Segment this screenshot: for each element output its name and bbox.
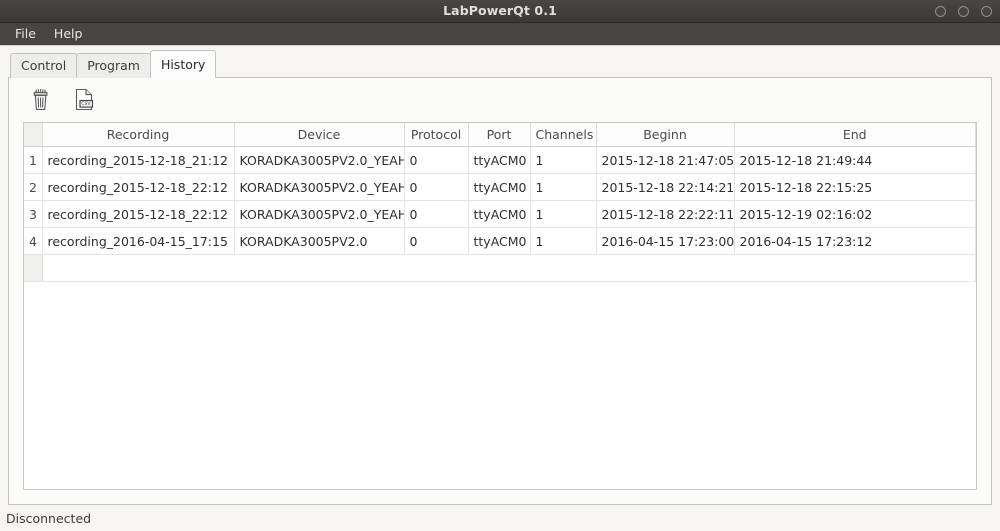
window-title: LabPowerQt 0.1 xyxy=(443,3,557,18)
table-row[interactable]: 4 recording_2016-04-15_17:15 KORADKA3005… xyxy=(24,227,976,255)
trash-icon xyxy=(30,88,52,112)
history-toolbar: CSV xyxy=(9,78,991,122)
cell-recording[interactable]: recording_2015-12-18_21:12 xyxy=(42,146,235,174)
table-corner-header[interactable] xyxy=(24,123,43,147)
delete-recording-button[interactable] xyxy=(25,84,57,116)
column-header-channels[interactable]: Channels xyxy=(530,123,597,147)
cell-device[interactable]: KORADKA3005PV2.0_YEAH xyxy=(234,173,405,201)
history-table: Recording Device Protocol Port Channels … xyxy=(24,123,976,282)
cell-port[interactable]: ttyACM0 xyxy=(468,200,531,228)
header-row: Recording Device Protocol Port Channels … xyxy=(24,123,976,147)
status-bar: Disconnected xyxy=(0,505,1000,531)
application-window: LabPowerQt 0.1 File Help Control Program… xyxy=(0,0,1000,531)
tab-history[interactable]: History xyxy=(149,50,217,78)
cell-protocol[interactable]: 0 xyxy=(404,227,469,255)
column-header-port[interactable]: Port xyxy=(468,123,531,147)
row-number[interactable]: 3 xyxy=(24,200,43,228)
cell-port[interactable]: ttyACM0 xyxy=(468,173,531,201)
tab-bar: Control Program History xyxy=(8,50,992,78)
table-blank-space xyxy=(42,254,976,282)
cell-end[interactable]: 2015-12-19 02:16:02 xyxy=(734,200,976,228)
column-header-beginn[interactable]: Beginn xyxy=(596,123,735,147)
close-button[interactable] xyxy=(981,5,992,17)
cell-channels[interactable]: 1 xyxy=(530,146,597,174)
row-number[interactable]: 4 xyxy=(24,227,43,255)
cell-protocol[interactable]: 0 xyxy=(404,173,469,201)
cell-port[interactable]: ttyACM0 xyxy=(468,227,531,255)
maximize-button[interactable] xyxy=(958,5,969,17)
cell-recording[interactable]: recording_2015-12-18_22:12 xyxy=(42,200,235,228)
cell-recording[interactable]: recording_2016-04-15_17:15 xyxy=(42,227,235,255)
title-bar: LabPowerQt 0.1 xyxy=(0,0,1000,23)
cell-beginn[interactable]: 2016-04-15 17:23:00 xyxy=(596,227,735,255)
cell-channels[interactable]: 1 xyxy=(530,200,597,228)
cell-device[interactable]: KORADKA3005PV2.0_YEAH xyxy=(234,146,405,174)
connection-status-text: Disconnected xyxy=(6,510,92,526)
menu-bar: File Help xyxy=(0,23,1000,46)
cell-end[interactable]: 2015-12-18 22:15:25 xyxy=(734,173,976,201)
cell-port[interactable]: ttyACM0 xyxy=(468,146,531,174)
cell-beginn[interactable]: 2015-12-18 22:22:11 xyxy=(596,200,735,228)
column-header-recording[interactable]: Recording xyxy=(42,123,235,147)
column-header-device[interactable]: Device xyxy=(234,123,405,147)
column-header-protocol[interactable]: Protocol xyxy=(404,123,469,147)
history-tab-page: CSV Recording Device Protocol Port Chann… xyxy=(8,77,992,505)
column-header-end[interactable]: End xyxy=(734,123,976,147)
table-row[interactable]: 3 recording_2015-12-18_22:12 KORADKA3005… xyxy=(24,200,976,228)
cell-protocol[interactable]: 0 xyxy=(404,200,469,228)
cell-end[interactable]: 2015-12-18 21:49:44 xyxy=(734,146,976,174)
cell-channels[interactable]: 1 xyxy=(530,173,597,201)
table-row[interactable]: 1 recording_2015-12-18_21:12 KORADKA3005… xyxy=(24,146,976,174)
cell-recording[interactable]: recording_2015-12-18_22:12 xyxy=(42,173,235,201)
menu-item-file[interactable]: File xyxy=(6,24,45,44)
menu-item-help[interactable]: Help xyxy=(45,24,92,44)
row-number[interactable]: 2 xyxy=(24,173,43,201)
export-csv-file-icon: CSV xyxy=(73,87,97,113)
history-table-body: 1 recording_2015-12-18_21:12 KORADKA3005… xyxy=(24,146,976,282)
cell-beginn[interactable]: 2015-12-18 21:47:05 xyxy=(596,146,735,174)
history-table-container[interactable]: Recording Device Protocol Port Channels … xyxy=(23,122,977,490)
tab-control[interactable]: Control xyxy=(10,53,78,78)
cell-protocol[interactable]: 0 xyxy=(404,146,469,174)
svg-text:CSV: CSV xyxy=(81,101,91,107)
table-empty-area xyxy=(24,254,976,282)
cell-device[interactable]: KORADKA3005PV2.0 xyxy=(234,227,405,255)
window-controls xyxy=(935,0,992,22)
row-number-gutter-filler xyxy=(24,254,43,282)
row-number[interactable]: 1 xyxy=(24,146,43,174)
cell-channels[interactable]: 1 xyxy=(530,227,597,255)
tab-program[interactable]: Program xyxy=(76,53,151,78)
cell-device[interactable]: KORADKA3005PV2.0_YEAH xyxy=(234,200,405,228)
table-row[interactable]: 2 recording_2015-12-18_22:12 KORADKA3005… xyxy=(24,173,976,201)
minimize-button[interactable] xyxy=(935,5,946,17)
history-table-header: Recording Device Protocol Port Channels … xyxy=(24,123,976,147)
central-widget: Control Program History CSV Recording De… xyxy=(0,46,1000,505)
export-recording-button[interactable]: CSV xyxy=(69,84,101,116)
cell-beginn[interactable]: 2015-12-18 22:14:21 xyxy=(596,173,735,201)
cell-end[interactable]: 2016-04-15 17:23:12 xyxy=(734,227,976,255)
